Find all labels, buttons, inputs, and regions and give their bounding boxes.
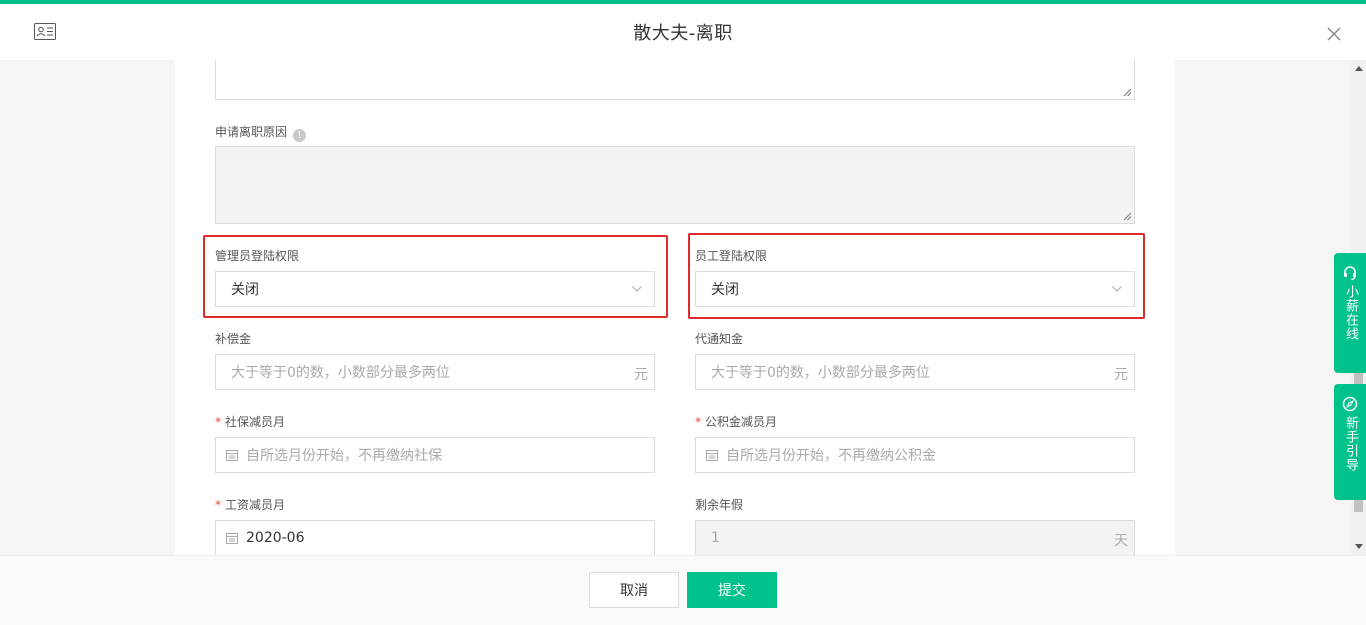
social-month-label: * 社保减员月 <box>215 413 285 430</box>
form-panel: 申请离职原因! 管理员登陆权限 关闭 员工登陆权限 关闭 补偿金 大于等于0的数… <box>175 60 1175 555</box>
chevron-down-icon <box>1112 286 1122 292</box>
form-scroll-area[interactable]: 申请离职原因! 管理员登陆权限 关闭 员工登陆权限 关闭 补偿金 大于等于0的数… <box>0 60 1366 555</box>
scroll-up-icon[interactable] <box>1355 66 1363 71</box>
compensation-label: 补偿金 <box>215 332 252 346</box>
compass-icon <box>1342 396 1358 412</box>
close-icon[interactable] <box>1326 26 1342 42</box>
chevron-down-icon <box>632 286 642 292</box>
id-card-icon <box>34 23 56 40</box>
staff-login-label: 员工登陆权限 <box>695 249 768 263</box>
resize-handle-icon[interactable] <box>1123 88 1132 97</box>
submit-button[interactable]: 提交 <box>687 572 777 608</box>
reason-label: 申请离职原因! <box>215 123 307 142</box>
admin-login-value: 关闭 <box>231 282 259 298</box>
required-mark: * <box>215 498 221 512</box>
reason-label-text: 申请离职原因 <box>215 125 288 139</box>
beginner-guide-tab[interactable]: 新手引导 <box>1334 384 1366 500</box>
dialog-footer: 取消 提交 <box>0 555 1366 625</box>
info-icon[interactable]: ! <box>293 129 307 142</box>
salary-month-picker[interactable]: 2020-06 <box>215 520 655 555</box>
notice-pay-input[interactable]: 大于等于0的数，小数部分最多两位 元 <box>695 354 1135 390</box>
dialog-header: 散大夫-离职 <box>0 4 1366 60</box>
notice-pay-unit: 元 <box>1114 367 1128 383</box>
staff-login-value: 关闭 <box>711 282 739 298</box>
online-service-tab[interactable]: 小薪在线 <box>1334 253 1366 373</box>
salary-month-label: * 工资减员月 <box>215 496 285 513</box>
annual-leave-label: 剩余年假 <box>695 498 744 512</box>
social-month-label-text: 社保减员月 <box>225 415 286 429</box>
fund-month-placeholder: 自所选月份开始，不再缴纳公积金 <box>726 448 936 464</box>
annual-leave-value: 1 <box>711 530 720 546</box>
dialog-title: 散大夫-离职 <box>633 23 733 44</box>
notice-pay-placeholder: 大于等于0的数，小数部分最多两位 <box>711 365 930 381</box>
resize-handle-icon[interactable] <box>1123 212 1132 221</box>
calendar-icon <box>706 450 718 461</box>
annual-leave-input: 1 天 <box>695 520 1135 555</box>
staff-login-select[interactable]: 关闭 <box>695 271 1135 307</box>
admin-login-select[interactable]: 关闭 <box>215 271 655 307</box>
calendar-icon <box>226 533 238 544</box>
reason-textarea[interactable] <box>215 146 1135 224</box>
compensation-placeholder: 大于等于0的数，小数部分最多两位 <box>231 365 450 381</box>
headset-icon <box>1344 266 1356 281</box>
scroll-down-icon[interactable] <box>1355 544 1363 549</box>
salary-month-label-text: 工资减员月 <box>225 498 286 512</box>
calendar-icon <box>226 450 238 461</box>
social-month-placeholder: 自所选月份开始，不再缴纳社保 <box>246 448 442 464</box>
fund-month-label-text: 公积金减员月 <box>705 415 778 429</box>
admin-login-label: 管理员登陆权限 <box>215 249 300 263</box>
fund-month-picker[interactable]: 自所选月份开始，不再缴纳公积金 <box>695 437 1135 473</box>
salary-month-value: 2020-06 <box>246 530 305 546</box>
annual-leave-unit: 天 <box>1114 533 1128 549</box>
remark-textarea[interactable] <box>215 60 1135 100</box>
online-service-label: 小薪在线 <box>1343 285 1358 341</box>
required-mark: * <box>695 415 701 429</box>
beginner-guide-label: 新手引导 <box>1343 416 1358 472</box>
compensation-input[interactable]: 大于等于0的数，小数部分最多两位 元 <box>215 354 655 390</box>
required-mark: * <box>215 415 221 429</box>
compensation-unit: 元 <box>634 367 648 383</box>
cancel-button[interactable]: 取消 <box>589 572 679 608</box>
social-month-picker[interactable]: 自所选月份开始，不再缴纳社保 <box>215 437 655 473</box>
fund-month-label: * 公积金减员月 <box>695 413 777 430</box>
notice-pay-label: 代通知金 <box>695 332 744 346</box>
